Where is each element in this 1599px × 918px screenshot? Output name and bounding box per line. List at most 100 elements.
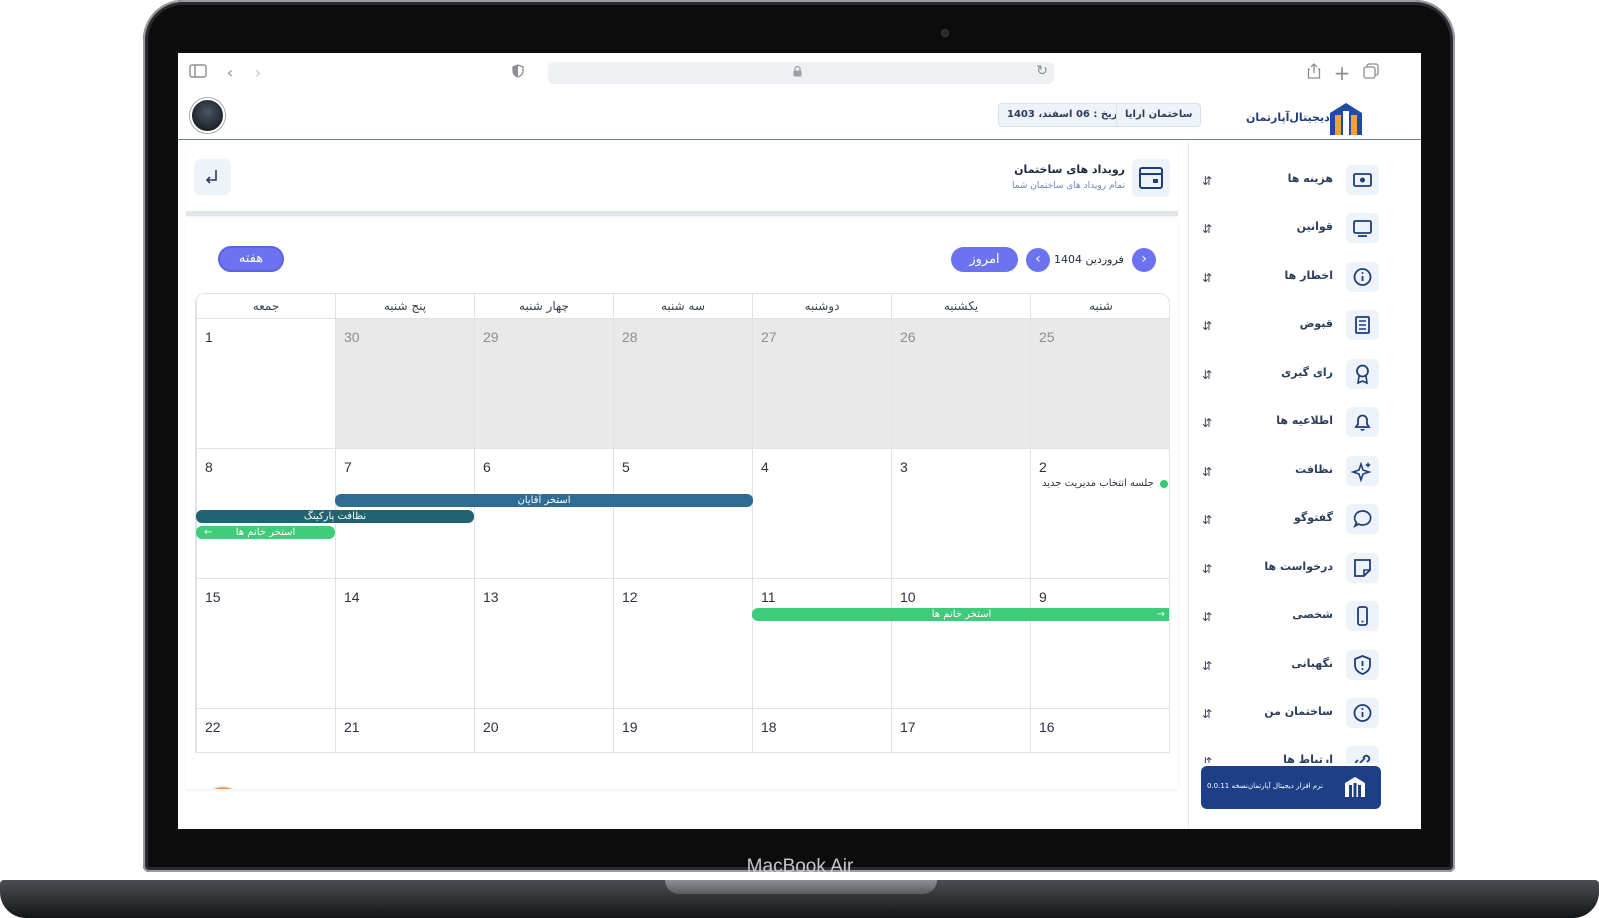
day-number: 26 — [900, 329, 916, 345]
day-cell[interactable]: 28 — [613, 318, 752, 448]
weekday-header: پنج شنبه — [335, 294, 474, 318]
building-chip[interactable]: ساختمان ارایا — [1116, 103, 1202, 127]
back-icon[interactable]: ‹ — [220, 63, 240, 83]
prev-month-button[interactable]: ‹ — [1026, 248, 1050, 272]
receipt-icon — [1346, 310, 1379, 340]
reload-icon[interactable]: ↻ — [1036, 63, 1048, 79]
sidebar-item-label: گفتوگو — [1294, 511, 1333, 524]
day-cell[interactable]: 9 — [1030, 578, 1169, 708]
day-cell[interactable]: 29 — [474, 318, 613, 448]
month-label: فروردین 1404 — [1054, 253, 1124, 266]
day-number: 21 — [344, 719, 360, 735]
day-number: 17 — [900, 719, 916, 735]
day-number: 11 — [761, 589, 776, 605]
sidebar-item-label: اخطار ها — [1284, 269, 1333, 282]
sidebar-item-my-building[interactable]: ⇵ ساختمان من — [1189, 693, 1389, 733]
day-cell[interactable]: 22 — [196, 708, 335, 752]
day-cell[interactable]: 17 — [891, 708, 1030, 752]
day-cell[interactable]: 13 — [474, 578, 613, 708]
sidebar-item-voting[interactable]: ⇵ رای گیری — [1189, 354, 1389, 394]
sort-arrows-icon: ⇵ — [1202, 610, 1213, 624]
address-bar[interactable]: ↻ — [548, 62, 1054, 84]
day-number: 3 — [900, 459, 908, 475]
link-icon — [1346, 746, 1379, 763]
day-cell[interactable]: 11 — [752, 578, 891, 708]
next-month-button[interactable]: › — [1132, 248, 1156, 272]
day-number: 12 — [622, 589, 638, 605]
day-number: 30 — [344, 329, 360, 345]
day-cell[interactable]: 14 — [335, 578, 474, 708]
day-number: 8 — [205, 459, 213, 475]
browser-toolbar: ‹ › ↻ + — [178, 53, 1421, 93]
sidebar-item-label: قوانین — [1296, 220, 1333, 233]
sidebar-item-personal[interactable]: ⇵ شخصی — [1189, 596, 1389, 636]
day-cell[interactable]: 2 — [1030, 448, 1169, 578]
sidebar-item-warnings[interactable]: ⇵ اخطار ها — [1189, 257, 1389, 297]
sidebar-item-requests[interactable]: ⇵ درخواست ها — [1189, 548, 1389, 588]
weekday-header: دوشنبه — [752, 294, 891, 318]
event-meeting[interactable]: جلسه انتخاب مدیریت جدید — [1042, 478, 1154, 489]
day-cell[interactable]: 26 — [891, 318, 1030, 448]
settings-button[interactable] — [202, 787, 244, 789]
sort-arrows-icon: ⇵ — [1202, 465, 1213, 479]
sort-arrows-icon: ⇵ — [1202, 755, 1213, 763]
today-button[interactable]: امروز — [951, 247, 1018, 272]
day-cell[interactable]: 5 — [613, 448, 752, 578]
day-cell[interactable]: 3 — [891, 448, 1030, 578]
day-number: 18 — [761, 719, 777, 735]
sidebar-item-announcements[interactable]: ⇵ اطلاعیه ها — [1189, 402, 1389, 442]
day-cell[interactable]: 4 — [752, 448, 891, 578]
sidebar-item-connections[interactable]: ⇵ ارتباط ها — [1189, 741, 1389, 763]
app-header: تاریخ : 06 اسفند، 1403 ساختمان ارایا دیج… — [178, 93, 1421, 140]
calendar-card-icon — [1132, 159, 1170, 197]
sidebar-item-security[interactable]: ⇵ نگهبانی — [1189, 645, 1389, 685]
sidebar-item-label: قبوض — [1299, 317, 1333, 330]
event-parking-cleaning[interactable]: نظافت پارکینگ — [196, 510, 474, 523]
sidebar-item-label: اطلاعیه ها — [1276, 414, 1333, 427]
day-number: 29 — [483, 329, 499, 345]
sidebar-toggle-icon[interactable] — [188, 63, 208, 83]
forward-icon[interactable]: › — [248, 63, 268, 83]
privacy-shield-icon[interactable] — [508, 63, 528, 83]
sidebar-item-expenses[interactable]: ⇵ هزینه ها — [1189, 160, 1389, 200]
calendar-card: هفته امروز ‹ فروردین 1404 › جمعه پنج شنب… — [186, 221, 1178, 789]
sort-arrows-icon: ⇵ — [1202, 562, 1213, 576]
device-label: MacBook Air — [746, 856, 854, 877]
day-cell[interactable]: 21 — [335, 708, 474, 752]
sidebar-item-label: ساختمان من — [1264, 705, 1333, 718]
day-cell[interactable]: 15 — [196, 578, 335, 708]
sidebar-item-chat[interactable]: ⇵ گفتوگو — [1189, 499, 1389, 539]
day-cell[interactable]: 27 — [752, 318, 891, 448]
day-cell[interactable]: 20 — [474, 708, 613, 752]
day-cell[interactable]: 30 — [335, 318, 474, 448]
back-button[interactable] — [194, 159, 231, 195]
sidebar-item-label: نگهبانی — [1291, 657, 1333, 670]
day-cell[interactable]: 12 — [613, 578, 752, 708]
day-cell[interactable]: 10 — [891, 578, 1030, 708]
day-cell[interactable]: 6 — [474, 448, 613, 578]
sort-arrows-icon: ⇵ — [1202, 707, 1213, 721]
sidebar-item-bills[interactable]: ⇵ قبوض — [1189, 305, 1389, 345]
event-women-pool[interactable]: استخر خانم ها ← — [196, 526, 335, 539]
tabs-overview-icon[interactable] — [1361, 63, 1381, 83]
day-cell[interactable]: 18 — [752, 708, 891, 752]
event-men-pool[interactable]: استخر آقایان — [335, 494, 753, 507]
sort-arrows-icon: ⇵ — [1202, 271, 1213, 285]
event-women-pool-2[interactable]: استخر خانم ها → — [752, 608, 1169, 621]
day-cell[interactable]: 19 — [613, 708, 752, 752]
week-view-button[interactable]: هفته — [218, 246, 284, 272]
share-icon[interactable] — [1304, 63, 1324, 83]
sidebar-item-rules[interactable]: ⇵ قوانین — [1189, 208, 1389, 248]
new-tab-icon[interactable]: + — [1332, 63, 1352, 83]
brand[interactable]: دیجیتال‌آپارتمان — [1246, 99, 1376, 137]
weekday-header: جمعه — [196, 294, 335, 318]
sidebar-item-cleaning[interactable]: ⇵ نظافت — [1189, 451, 1389, 491]
day-cell[interactable]: 25 — [1030, 318, 1169, 448]
day-cell[interactable]: 1 — [196, 318, 335, 448]
day-cell[interactable]: 16 — [1030, 708, 1169, 752]
avatar[interactable] — [190, 98, 225, 133]
page-subtitle: تمام رویداد های ساختمان شما — [1011, 181, 1125, 191]
day-number: 2 — [1039, 459, 1047, 475]
sidebar-item-label: شخصی — [1292, 608, 1333, 621]
sidebar-item-label: رای گیری — [1281, 366, 1333, 379]
